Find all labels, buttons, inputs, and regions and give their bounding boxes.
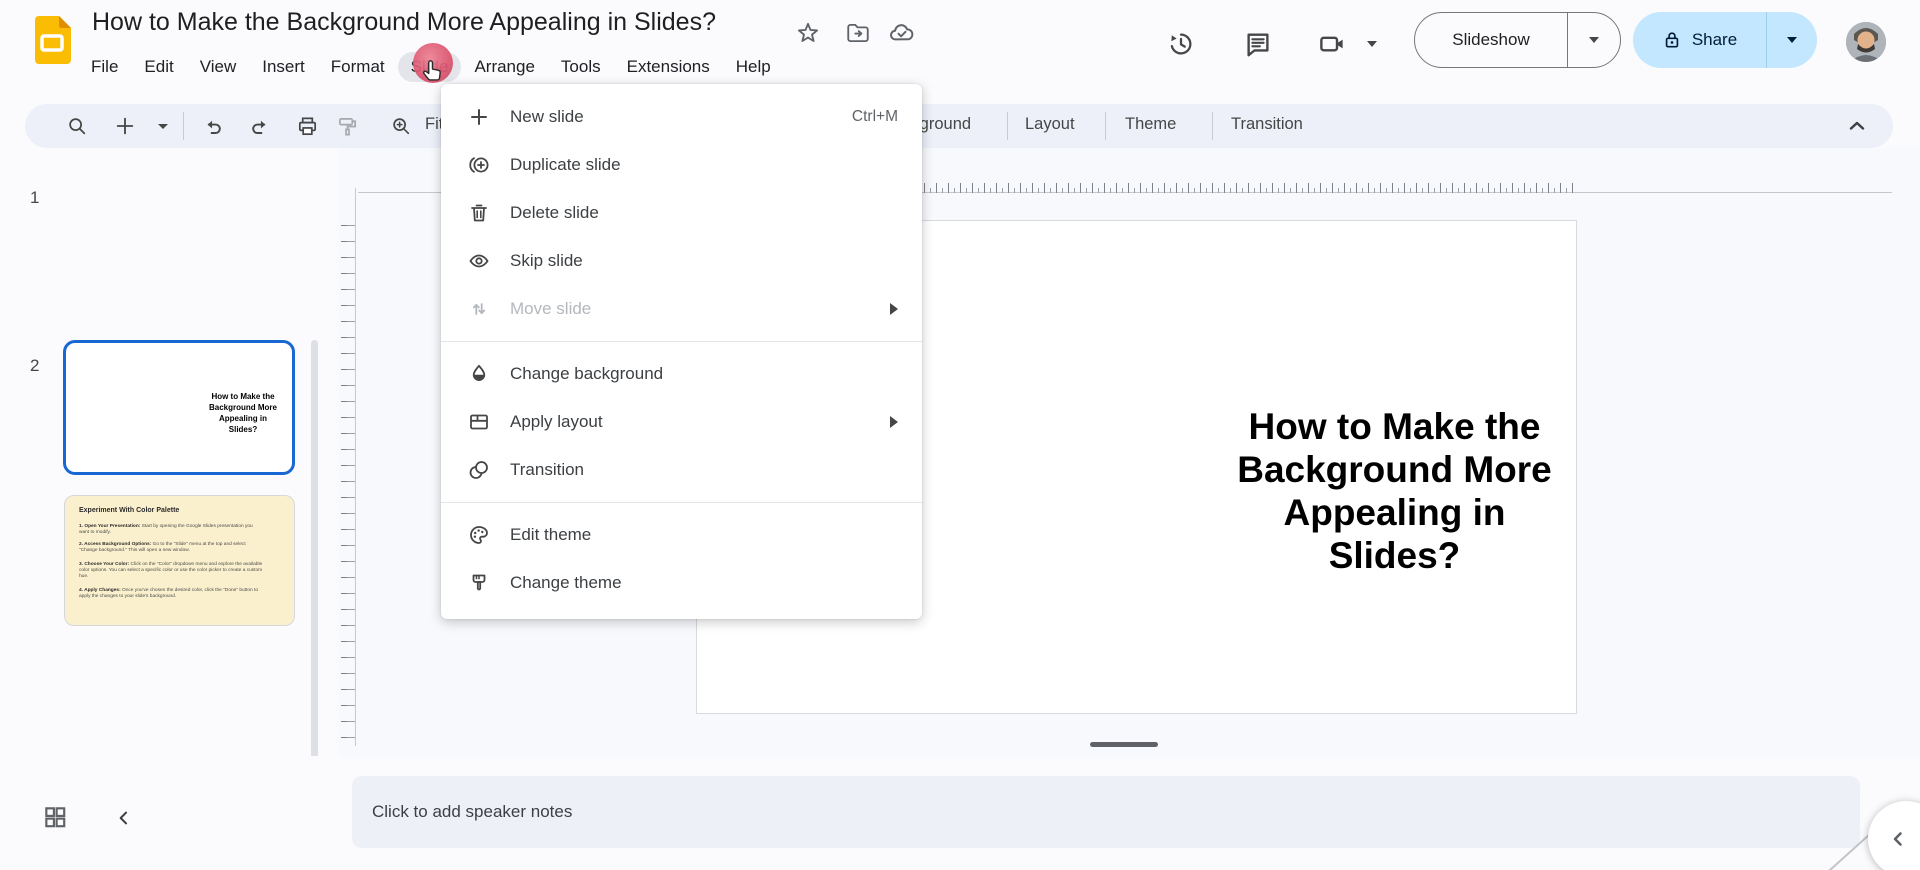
slide-title-line: Appealing in (1222, 491, 1567, 534)
slide-2-step: 2. Access Background Options: Go to the … (79, 542, 264, 554)
menu-arrange[interactable]: Arrange (461, 52, 547, 82)
cloud-saved-icon[interactable] (888, 19, 916, 47)
slide-title-line: Slides? (1222, 534, 1567, 577)
share-dropdown-caret[interactable] (1767, 12, 1817, 68)
new-slide-icon[interactable] (113, 114, 137, 138)
notes-resize-handle[interactable] (1090, 742, 1158, 747)
move-arrows-icon (467, 297, 491, 321)
transition-icon (467, 458, 491, 482)
speaker-notes-placeholder: Click to add speaker notes (372, 802, 572, 822)
menu-item-move-slide[interactable]: Move slide (441, 285, 922, 333)
hand-cursor-icon (418, 57, 446, 85)
menu-tools[interactable]: Tools (548, 52, 614, 82)
menu-format[interactable]: Format (318, 52, 398, 82)
paint-format-icon[interactable] (335, 114, 359, 138)
zoom-in-icon[interactable] (389, 114, 413, 138)
menu-item-skip-slide[interactable]: Skip slide (441, 237, 922, 285)
menu-item-new-slide[interactable]: New slide Ctrl+M (441, 93, 922, 141)
slide-1-number: 1 (30, 188, 39, 208)
slide-2-thumbnail-title: Experiment With Color Palette (79, 507, 179, 514)
slide-2-step: 1. Open Your Presentation: Start by open… (79, 524, 264, 536)
submenu-arrow-icon (890, 416, 898, 428)
share-button[interactable]: Share (1633, 12, 1817, 68)
top-bar: How to Make the Background More Appealin… (0, 0, 1920, 100)
slide-filmstrip-panel: 1 How to Make the Background More Appeal… (0, 148, 338, 756)
toolbar: Fit Background Layout Theme Transition (25, 104, 1893, 148)
slide-2-step: 3. Choose Your Color: Click on the "Colo… (79, 562, 264, 580)
version-history-icon[interactable] (1165, 28, 1197, 60)
menu-item-change-theme[interactable]: Change theme (441, 559, 922, 607)
transition-button[interactable]: Transition (1231, 115, 1303, 134)
menu-separator (441, 341, 922, 342)
menu-edit[interactable]: Edit (131, 52, 186, 82)
undo-icon[interactable] (201, 114, 225, 138)
meet-dropdown-caret[interactable] (1362, 28, 1382, 60)
slide-dropdown-menu: New slide Ctrl+M Duplicate slide Delete … (441, 84, 922, 619)
new-slide-plus-icon (467, 105, 491, 129)
eye-icon (467, 249, 491, 273)
menu-extensions[interactable]: Extensions (614, 52, 723, 82)
menu-item-edit-theme[interactable]: Edit theme (441, 511, 922, 559)
menu-item-duplicate-slide[interactable]: Duplicate slide (441, 141, 922, 189)
menu-help[interactable]: Help (723, 52, 784, 82)
comments-icon[interactable] (1242, 28, 1274, 60)
vertical-ruler-ticks (347, 218, 355, 738)
theme-button[interactable]: Theme (1125, 115, 1176, 134)
palette-icon (467, 523, 491, 547)
menu-file[interactable]: File (78, 52, 131, 82)
submenu-arrow-icon (890, 303, 898, 315)
toolbar-separator (1105, 112, 1106, 140)
slide-2-thumbnail[interactable]: Experiment With Color Palette 1. Open Yo… (64, 495, 295, 626)
slideshow-dropdown-caret[interactable] (1568, 13, 1620, 67)
toolbar-separator (1212, 112, 1213, 140)
slide-title-textbox[interactable]: How to Make the Background More Appealin… (1222, 405, 1567, 577)
slide-title-line: Background More (1222, 448, 1567, 491)
layout-button[interactable]: Layout (1025, 115, 1075, 134)
menu-insert[interactable]: Insert (249, 52, 318, 82)
print-icon[interactable] (295, 114, 319, 138)
star-icon[interactable] (794, 19, 822, 47)
menu-separator (441, 502, 922, 503)
menu-item-delete-slide[interactable]: Delete slide (441, 189, 922, 237)
document-title[interactable]: How to Make the Background More Appealin… (92, 8, 716, 37)
menu-slide[interactable]: Slide (398, 52, 462, 82)
lock-icon (1662, 30, 1682, 50)
menu-item-apply-layout[interactable]: Apply layout (441, 398, 922, 446)
collapse-filmstrip-chevron-icon[interactable] (112, 806, 136, 830)
menu-bar: File Edit View Insert Format Slide Arran… (78, 50, 784, 84)
account-avatar[interactable] (1846, 22, 1886, 62)
duplicate-slide-icon (467, 153, 491, 177)
vertical-ruler (355, 188, 356, 746)
slideshow-button[interactable]: Slideshow (1414, 12, 1621, 68)
meet-camera-icon[interactable] (1316, 28, 1348, 60)
slide-2-number: 2 (30, 356, 39, 376)
slide-1-thumbnail[interactable]: How to Make the Background More Appealin… (63, 340, 295, 475)
search-menus-icon[interactable] (65, 114, 89, 138)
menu-item-transition[interactable]: Transition (441, 446, 922, 494)
share-button-main[interactable]: Share (1633, 12, 1767, 68)
google-slides-logo[interactable] (33, 16, 71, 64)
paintbrush-icon (467, 571, 491, 595)
move-folder-icon[interactable] (844, 19, 872, 47)
menu-view[interactable]: View (187, 52, 250, 82)
slideshow-button-label[interactable]: Slideshow (1415, 13, 1568, 67)
shortcut-label: Ctrl+M (852, 108, 898, 126)
grid-view-icon[interactable] (40, 802, 70, 832)
ink-drop-icon (467, 362, 491, 386)
hide-menus-chevron-icon[interactable] (1845, 114, 1869, 138)
slide-1-thumbnail-title: How to Make the Background More Appealin… (198, 391, 288, 435)
share-button-label: Share (1692, 30, 1737, 50)
menu-item-change-background[interactable]: Change background (441, 350, 922, 398)
chevron-left-icon (1886, 827, 1910, 851)
slide-title-line: How to Make the (1222, 405, 1567, 448)
toolbar-separator (1007, 112, 1008, 140)
trash-icon (467, 201, 491, 225)
new-slide-caret[interactable] (151, 114, 175, 138)
slide-2-step: 4. Apply Changes: Once you've chosen the… (79, 588, 264, 600)
layout-icon (467, 410, 491, 434)
toolbar-separator (183, 112, 184, 140)
speaker-notes-box[interactable]: Click to add speaker notes (352, 776, 1860, 848)
redo-icon[interactable] (247, 114, 271, 138)
